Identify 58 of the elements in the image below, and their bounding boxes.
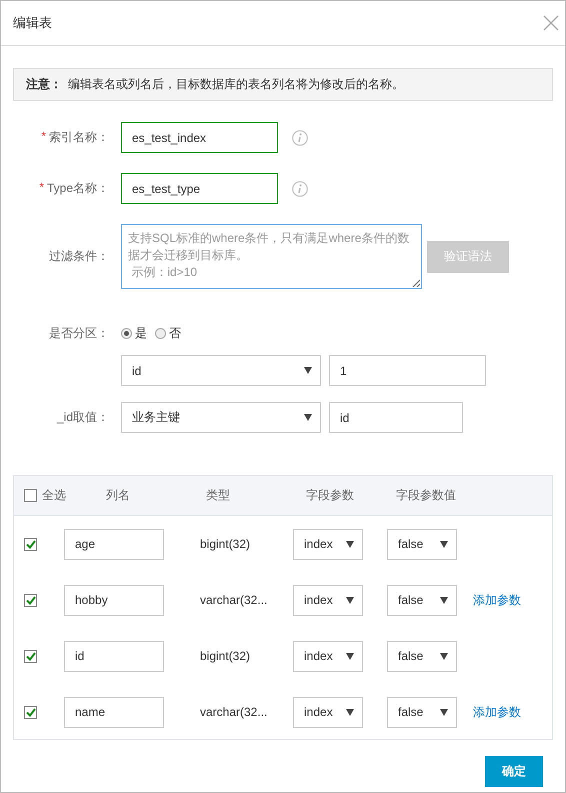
dropdown[interactable]: index xyxy=(293,584,363,616)
field-label: 是否分区： xyxy=(49,325,109,342)
dropdown[interactable]: index xyxy=(293,528,363,560)
column-name-field[interactable]: name xyxy=(64,696,164,728)
caret-icon xyxy=(440,708,448,716)
caret-icon xyxy=(346,540,354,548)
notice-text: 编辑表名或列名后，目标数据库的表名列名将为修改后的名称。 xyxy=(68,76,404,93)
field-label: _id取值： xyxy=(56,409,109,426)
checkbox[interactable] xyxy=(24,538,37,550)
caret-icon xyxy=(440,652,448,660)
caret-icon xyxy=(346,596,354,604)
column-name-field[interactable]: hobby xyxy=(64,584,164,616)
required-mark: * xyxy=(39,180,44,196)
dropdown[interactable]: false xyxy=(387,640,457,672)
column-header: 类型 xyxy=(206,488,230,502)
column-header: 字段参数值 xyxy=(396,488,456,502)
required-mark: * xyxy=(41,129,46,145)
column-type: bigint(32) xyxy=(200,537,250,551)
select-all-label: 全选 xyxy=(42,487,66,504)
dropdown[interactable]: id xyxy=(121,355,321,386)
column-header: 字段参数 xyxy=(306,488,354,502)
notice-label: 注意： xyxy=(26,76,62,93)
field-label: 过滤条件： xyxy=(49,248,109,265)
dropdown[interactable]: false xyxy=(387,696,457,728)
checkbox[interactable] xyxy=(24,650,37,662)
caret-icon xyxy=(440,540,448,548)
dropdown[interactable]: false xyxy=(387,584,457,616)
caret-icon xyxy=(304,414,312,421)
dropdown[interactable]: false xyxy=(387,528,457,560)
checkbox[interactable] xyxy=(24,489,37,502)
radio-option[interactable]: 是 xyxy=(121,325,147,342)
column-name-field[interactable]: age xyxy=(64,528,164,560)
caret-icon xyxy=(304,367,312,374)
column-type: varchar(32... xyxy=(200,705,268,719)
column-type: varchar(32... xyxy=(200,593,268,607)
dropdown[interactable]: index xyxy=(293,640,363,672)
add-param-link[interactable]: 添加参数 xyxy=(473,592,521,608)
caret-icon xyxy=(346,708,354,716)
dropdown[interactable]: 业务主键 xyxy=(121,402,321,433)
text-field[interactable]: es_test_index xyxy=(121,122,278,153)
text-field[interactable]: id xyxy=(329,402,463,433)
dialog-title: 编辑表 xyxy=(13,14,52,32)
caret-icon xyxy=(346,652,354,660)
column-header: 列名 xyxy=(106,488,130,502)
caret-icon xyxy=(440,596,448,604)
text-field[interactable]: es_test_type xyxy=(121,173,278,204)
field-label: Type名称： xyxy=(46,180,109,197)
close-icon[interactable] xyxy=(543,15,559,31)
checkbox[interactable] xyxy=(24,706,37,718)
column-type: bigint(32) xyxy=(200,649,250,663)
add-param-link[interactable]: 添加参数 xyxy=(473,704,521,720)
text-field[interactable]: 1 xyxy=(329,355,486,386)
dropdown[interactable]: index xyxy=(293,696,363,728)
checkbox[interactable] xyxy=(24,594,37,606)
field-label: 索引名称： xyxy=(49,129,109,146)
radio-option[interactable]: 否 xyxy=(155,325,181,342)
column-name-field[interactable]: id xyxy=(64,640,164,672)
resize-handle-icon[interactable] xyxy=(412,279,420,287)
